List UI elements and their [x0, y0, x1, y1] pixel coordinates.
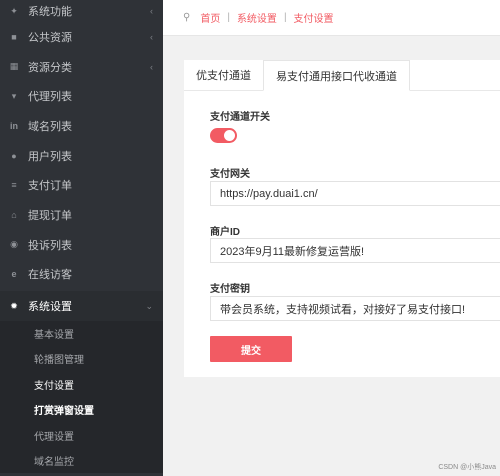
submenu-system-settings: 基本设置 轮播图管理 支付设置 打赏弹窗设置 代理设置 域名监控: [0, 320, 163, 474]
submenu-item-carousel-management[interactable]: 轮播图管理: [0, 346, 163, 371]
alert-icon: ◉: [10, 239, 18, 250]
user-icon: ●: [11, 150, 17, 161]
submenu-item-tip-popup-settings[interactable]: 打赏弹窗设置: [0, 397, 163, 422]
submenu-item-agent-settings[interactable]: 代理设置: [0, 422, 163, 447]
sidebar-item-label: 用户列表: [28, 150, 72, 163]
sidebar-item-withdraw-orders[interactable]: ⌂ 提现订单: [0, 200, 163, 230]
sidebar-item-label: 域名列表: [28, 120, 72, 133]
settings-icon: ✹: [10, 300, 18, 311]
sidebar-item-complaints[interactable]: ◉ 投诉列表: [0, 230, 163, 260]
sidebar-item-label: 在线访客: [28, 269, 72, 282]
tab-epay-channel[interactable]: 易支付通用接口代收通道: [263, 60, 410, 91]
sidebar-item-user-list[interactable]: ● 用户列表: [0, 141, 163, 171]
sidebar-item-label: 资源分类: [28, 61, 72, 74]
gateway-label: 支付网关: [210, 169, 250, 180]
breadcrumb-separator: |: [227, 12, 230, 23]
sidebar-item-domain-list[interactable]: in 域名列表: [0, 111, 163, 141]
payment-channel-toggle[interactable]: [210, 128, 237, 143]
grid-icon: ▦: [9, 61, 19, 72]
chevron-left-icon: ‹: [150, 31, 153, 42]
tab-youpay-channel[interactable]: 优支付通道: [184, 59, 263, 90]
sidebar-item-online-visitors[interactable]: e 在线访客: [0, 260, 163, 290]
toggle-knob: [224, 130, 235, 141]
watermark: CSDN @小熊Java: [438, 464, 496, 471]
sidebar-item-label: 提现订单: [28, 209, 72, 222]
submit-button[interactable]: 提交: [210, 336, 292, 362]
submenu-item-domain-monitor[interactable]: 域名监控: [0, 448, 163, 473]
breadcrumb-level1[interactable]: 系统设置: [237, 10, 277, 25]
payment-settings-card: 优支付通道 易支付通用接口代收通道 支付通道开关 支付网关 https://pa…: [184, 60, 500, 377]
submenu-item-basic-settings[interactable]: 基本设置: [0, 321, 163, 346]
tab-bar: 优支付通道 易支付通用接口代收通道: [184, 60, 500, 91]
list-icon: ≡: [11, 180, 17, 191]
payment-key-input[interactable]: 带会员系统，支持视频试看，对接好了易支付接口!: [210, 296, 500, 321]
ie-icon: e: [11, 269, 17, 280]
merchant-id-label: 商户ID: [210, 227, 240, 238]
sidebar-item-system-settings[interactable]: ✹ 系统设置 ⌄: [0, 291, 163, 321]
breadcrumb-home[interactable]: 首页: [200, 10, 220, 25]
sidebar: ✦ 系统功能 ‹ ■ 公共资源 ‹ ▦ 资源分类 ‹ ▾ 代理列表 in 域名列…: [0, 0, 163, 476]
payment-key-label: 支付密钥: [210, 284, 250, 295]
submenu-item-payment-settings[interactable]: 支付设置: [0, 372, 163, 397]
gateway-input[interactable]: https://pay.duai1.cn/: [210, 181, 500, 206]
sidebar-item-label: 代理列表: [28, 91, 72, 104]
breadcrumb-separator: |: [283, 12, 287, 23]
sidebar-item-label: 系统设置: [28, 301, 72, 314]
breadcrumb: ⚲ 首页 | 系统设置 | 支付设置: [163, 0, 500, 36]
breadcrumb-level2[interactable]: 支付设置: [294, 10, 334, 25]
location-pin-icon: ⚲: [183, 12, 191, 23]
sidebar-item-label: 支付订单: [28, 180, 72, 193]
chevron-down-icon: ⌄: [145, 300, 153, 311]
sidebar-item-resource-categories[interactable]: ▦ 资源分类 ‹: [0, 52, 163, 82]
merchant-id-input[interactable]: 2023年9月11最新修复运营版!: [210, 238, 500, 263]
sidebar-item-public-resources[interactable]: ■ 公共资源 ‹: [0, 22, 163, 52]
shirt-icon: ▾: [11, 90, 17, 101]
sidebar-item-label: 投诉列表: [28, 239, 72, 252]
gear-icon: ✦: [10, 5, 18, 16]
sidebar-item-agent-list[interactable]: ▾ 代理列表: [0, 81, 163, 111]
sidebar-item-label: 系统功能: [28, 6, 72, 18]
bank-icon: ⌂: [11, 209, 17, 220]
video-icon: ■: [11, 31, 17, 42]
sidebar-item-system-functions[interactable]: ✦ 系统功能 ‹: [0, 0, 163, 22]
sidebar-item-label: 公共资源: [28, 31, 72, 44]
chevron-left-icon: ‹: [150, 61, 153, 72]
switch-label: 支付通道开关: [210, 112, 270, 123]
sidebar-item-payment-orders[interactable]: ≡ 支付订单: [0, 170, 163, 200]
linkedin-icon: in: [10, 120, 18, 131]
chevron-left-icon: ‹: [150, 6, 153, 16]
